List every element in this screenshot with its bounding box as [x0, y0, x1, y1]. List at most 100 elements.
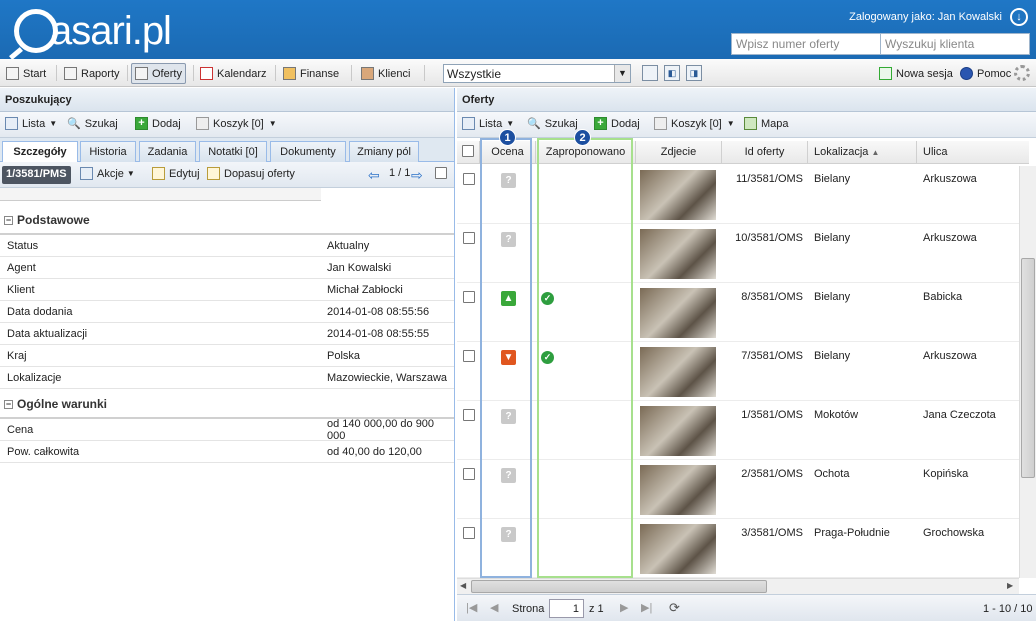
- finanse-button[interactable]: Finanse: [280, 63, 342, 84]
- refresh-icon[interactable]: ⟳: [669, 600, 680, 616]
- actions-icon: [80, 167, 93, 180]
- section-ogolne-warunki-label: Ogólne warunki: [17, 397, 108, 411]
- basic-row: Status Aktualny: [0, 235, 454, 257]
- right-dodaj-button[interactable]: + Dodaj: [594, 117, 640, 130]
- report-icon: [64, 67, 77, 80]
- basic-properties: Status Aktualny Agent Jan Kowalski Klient Mic…: [0, 235, 454, 389]
- grid-vertical-scrollbar[interactable]: [1019, 166, 1036, 578]
- dopasuj-button[interactable]: Dopasuj oferty: [207, 167, 295, 180]
- tab-notatki[interactable]: Notatki [0]: [199, 141, 267, 162]
- prev-page-icon[interactable]: ◀: [490, 601, 498, 614]
- row-checkbox[interactable]: [463, 468, 475, 480]
- tab-zadania[interactable]: Zadania: [139, 141, 196, 162]
- next-page-icon[interactable]: ▶: [620, 601, 628, 614]
- offer-photo[interactable]: [640, 347, 716, 397]
- section-ogolne-warunki[interactable]: − Ogólne warunki: [0, 391, 454, 419]
- row-checkbox[interactable]: [463, 409, 475, 421]
- first-page-icon[interactable]: |◀: [466, 601, 477, 614]
- asari-logo[interactable]: asari.pl: [14, 6, 172, 56]
- row-checkbox[interactable]: [463, 527, 475, 539]
- col-zdjecie[interactable]: Zdjecie: [636, 141, 722, 163]
- kalendarz-button[interactable]: Kalendarz: [197, 63, 270, 84]
- chevron-down-icon: ▼: [268, 119, 277, 128]
- left-koszyk-label: Koszyk [0]: [213, 117, 264, 130]
- horizontal-scroll-thumb[interactable]: [471, 580, 767, 593]
- scroll-right-icon[interactable]: ▶: [1007, 581, 1013, 590]
- sort-asc-icon: ▲: [871, 148, 880, 157]
- row-checkbox[interactable]: [463, 350, 475, 362]
- layout-left-icon[interactable]: ◧: [664, 65, 680, 81]
- next-record-arrow-icon[interactable]: ⇨: [411, 167, 423, 184]
- right-szukaj-label: Szukaj: [544, 117, 578, 130]
- basic-value: Polska: [327, 349, 361, 362]
- start-button[interactable]: Start: [3, 63, 49, 84]
- logo-ring-icon: [14, 9, 58, 53]
- select-all-checkbox[interactable]: [457, 141, 480, 163]
- basic-row: Agent Jan Kowalski: [0, 257, 454, 279]
- tab-dokumenty[interactable]: Dokumenty: [270, 141, 346, 162]
- offer-number-placeholder: Wpisz numer oferty: [736, 37, 840, 51]
- section-podstawowe[interactable]: − Podstawowe: [0, 207, 454, 235]
- offer-photo[interactable]: [640, 406, 716, 456]
- row-checkbox[interactable]: [463, 232, 475, 244]
- pager-range-label: 1 - 10 / 10: [983, 603, 1033, 615]
- left-szukaj-button[interactable]: 🔍 Szukaj: [67, 117, 118, 131]
- offer-street: Jana Czeczota: [923, 409, 996, 421]
- client-search-placeholder: Wyszukuj klienta: [885, 37, 975, 51]
- oferty-button[interactable]: Oferty: [131, 63, 186, 84]
- nowa-sesja-button[interactable]: Nowa sesja: [876, 63, 956, 84]
- collapse-icon: −: [4, 214, 13, 225]
- prev-record-arrow-icon[interactable]: ⇦: [368, 167, 380, 184]
- record-subheader: [0, 188, 321, 201]
- left-koszyk-button[interactable]: Koszyk [0] ▼: [196, 117, 277, 130]
- filter-select[interactable]: Wszystkie ▼: [443, 64, 631, 83]
- grid-horizontal-scrollbar[interactable]: ◀ ▶: [457, 578, 1019, 594]
- row-checkbox[interactable]: [463, 291, 475, 303]
- left-lista-button[interactable]: Lista ▼: [5, 117, 57, 130]
- client-search-input[interactable]: Wyszukuj klienta: [880, 33, 1030, 55]
- right-koszyk-button[interactable]: Koszyk [0] ▼: [654, 117, 735, 130]
- chevron-down-icon: ▼: [726, 119, 735, 128]
- col-ulica[interactable]: Ulica: [917, 141, 1029, 163]
- offer-photo[interactable]: [640, 229, 716, 279]
- offer-photo[interactable]: [640, 524, 716, 574]
- edytuj-button[interactable]: Edytuj: [152, 167, 200, 180]
- raporty-button[interactable]: Raporty: [61, 63, 123, 84]
- add-icon: +: [594, 117, 607, 130]
- klienci-button[interactable]: Klienci: [358, 63, 413, 84]
- user-menu-icon[interactable]: ↓: [1010, 8, 1028, 26]
- layout-right-icon[interactable]: ◨: [686, 65, 702, 81]
- grid-pager: |◀ ◀ Strona 1 z 1 ▶ ▶| ⟳ 1 - 10 / 10: [457, 594, 1036, 621]
- basic-row: Kraj Polska: [0, 345, 454, 367]
- page-number-input[interactable]: 1: [549, 599, 584, 618]
- scroll-left-icon[interactable]: ◀: [460, 581, 466, 590]
- oferty-label: Oferty: [152, 67, 182, 80]
- offer-photo[interactable]: [640, 170, 716, 220]
- map-icon: [744, 117, 757, 130]
- basic-value: Jan Kowalski: [327, 261, 392, 274]
- new-session-icon: [879, 67, 892, 80]
- right-szukaj-button[interactable]: 🔍 Szukaj: [527, 117, 578, 131]
- offer-id: 1/3581/OMS: [741, 409, 803, 421]
- left-dodaj-button[interactable]: + Dodaj: [135, 117, 181, 130]
- row-checkbox[interactable]: [463, 173, 475, 185]
- finanse-label: Finanse: [300, 67, 340, 80]
- record-expand-checkbox[interactable]: [435, 167, 447, 179]
- pomoc-button[interactable]: Pomoc: [957, 63, 1014, 84]
- tab-zmiany-pol[interactable]: Zmiany pól: [349, 141, 419, 162]
- akcje-button[interactable]: Akcje ▼: [80, 167, 135, 180]
- tab-historia[interactable]: Historia: [80, 141, 136, 162]
- vertical-scroll-thumb[interactable]: [1021, 258, 1035, 478]
- col-lokalizacja[interactable]: Lokalizacja ▲: [808, 141, 917, 163]
- tab-szczegoly[interactable]: Szczegóły: [2, 141, 78, 163]
- offer-number-input[interactable]: Wpisz numer oferty: [731, 33, 881, 55]
- mapa-button[interactable]: Mapa: [744, 117, 789, 130]
- offer-location: Bielany: [814, 291, 851, 303]
- last-page-icon[interactable]: ▶|: [641, 601, 652, 614]
- layout-split-icon[interactable]: [642, 65, 658, 81]
- basic-key: Data aktualizacji: [7, 327, 88, 340]
- offer-photo[interactable]: [640, 465, 716, 515]
- col-id-oferty[interactable]: Id oferty: [722, 141, 808, 163]
- offer-photo[interactable]: [640, 288, 716, 338]
- basic-key: Lokalizacje: [7, 371, 62, 384]
